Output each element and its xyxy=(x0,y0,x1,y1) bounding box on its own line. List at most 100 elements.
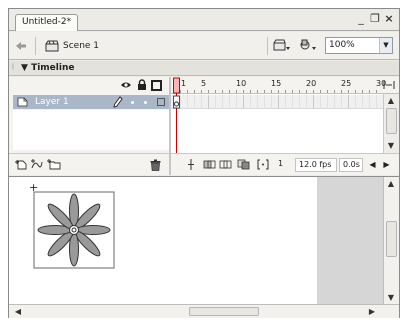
onion-skin-icon[interactable] xyxy=(203,159,216,170)
onion-skin-outlines-icon[interactable] xyxy=(219,159,232,170)
ruler-tick xyxy=(313,90,314,93)
visibility-dot[interactable] xyxy=(131,101,134,104)
scroll-up-icon[interactable]: ▲ xyxy=(384,94,398,107)
zoom-value: 100% xyxy=(329,40,355,50)
flash-document-window: Untitled-2* _ ❐ × Scene 1 100% ▼ ⁞ ⁞ ▼ T… xyxy=(8,8,400,318)
frame-cell-divider xyxy=(313,95,314,109)
frame-cell-divider xyxy=(194,95,195,109)
document-tab-label: Untitled-2* xyxy=(22,17,72,27)
ruler-tick xyxy=(348,90,349,93)
edit-bar: Scene 1 100% ▼ xyxy=(9,32,399,60)
frame-number: 10 xyxy=(236,79,247,88)
ruler-tick xyxy=(201,90,202,93)
outline-icon[interactable] xyxy=(151,80,162,91)
vertical-scroll-thumb[interactable] xyxy=(386,221,397,257)
frame-cell-divider xyxy=(278,95,279,109)
frame-cell-divider xyxy=(180,95,181,109)
scroll-left-icon[interactable]: ◀ xyxy=(11,305,25,318)
frame-cell-divider xyxy=(285,95,286,109)
edit-multiple-frames-icon[interactable] xyxy=(237,159,250,170)
modify-onion-markers-icon[interactable] xyxy=(257,159,269,170)
minimize-icon[interactable]: _ xyxy=(355,13,367,25)
scroll-down-icon[interactable]: ▼ xyxy=(384,291,398,304)
zoom-select[interactable]: 100% ▼ xyxy=(325,37,393,54)
layer-column-header xyxy=(9,77,169,94)
frame-cell-divider xyxy=(222,95,223,109)
edit-symbol-icon[interactable] xyxy=(299,38,317,52)
ruler-tick xyxy=(250,90,251,93)
document-tab-bar: Untitled-2* _ ❐ × xyxy=(9,9,399,31)
frame-cell-divider xyxy=(208,95,209,109)
scroll-down-icon[interactable]: ▼ xyxy=(384,139,398,152)
frame-cell-divider xyxy=(236,95,237,109)
layer-row[interactable]: Layer 1 xyxy=(13,95,169,109)
frame-rate-field[interactable]: 12.0 fps xyxy=(295,158,337,172)
timeline-vertical-scrollbar[interactable]: ▲ ▼ xyxy=(383,94,399,153)
horizontal-scroll-thumb[interactable] xyxy=(189,307,259,316)
ruler-tick xyxy=(180,90,181,93)
center-playhead-icon[interactable] xyxy=(185,159,197,170)
eye-icon[interactable] xyxy=(120,80,132,90)
scroll-left-icon[interactable]: ◀ xyxy=(367,158,378,172)
scene-label[interactable]: Scene 1 xyxy=(63,40,99,52)
back-arrow-icon[interactable] xyxy=(15,40,27,52)
frame-cell-divider xyxy=(243,95,244,109)
add-motion-guide-icon[interactable] xyxy=(31,159,43,170)
frame-number: 1 xyxy=(181,79,187,88)
timeline-panel-header[interactable]: ⁞ ⁞ ▼ Timeline xyxy=(9,61,399,76)
add-folder-icon[interactable] xyxy=(47,159,61,170)
ruler-tick xyxy=(362,90,363,93)
frame-cell-divider xyxy=(334,95,335,109)
layer-toolbar xyxy=(9,153,169,175)
scroll-right-icon[interactable]: ▶ xyxy=(381,158,392,172)
current-frame-value: 1 xyxy=(278,159,284,168)
trash-icon[interactable] xyxy=(150,159,161,171)
ruler-tick xyxy=(236,90,237,93)
lock-dot[interactable] xyxy=(144,101,147,104)
layer-name[interactable]: Layer 1 xyxy=(35,95,69,109)
ruler-tick xyxy=(243,90,244,93)
frame-cell-divider xyxy=(215,95,216,109)
frame-number: 15 xyxy=(271,79,282,88)
document-tab[interactable]: Untitled-2* xyxy=(15,14,79,31)
timeline-panel: Layer 1 1 5 10 15 20 25 30 ▲ ▼ 1 12.0 fp… xyxy=(9,77,399,175)
frame-cell-divider xyxy=(376,95,377,109)
frame-cell-divider xyxy=(369,95,370,109)
frames-area[interactable]: 1 5 10 15 20 25 30 ▲ ▼ xyxy=(171,77,399,153)
playhead[interactable] xyxy=(173,77,180,153)
ruler-tick xyxy=(187,90,188,93)
frame-cell-divider xyxy=(187,95,188,109)
add-layer-icon[interactable] xyxy=(15,159,27,170)
layer-frames-row[interactable] xyxy=(171,95,384,109)
frame-cell-divider xyxy=(299,95,300,109)
center-frame-icon[interactable] xyxy=(383,80,395,91)
ruler-tick xyxy=(376,90,377,93)
frame-cell-divider xyxy=(292,95,293,109)
restore-icon[interactable]: ❐ xyxy=(369,13,381,25)
ruler-tick xyxy=(320,90,321,93)
chevron-down-icon[interactable]: ▼ xyxy=(379,38,392,53)
stage[interactable]: + xyxy=(9,177,317,305)
timeline-title[interactable]: ▼ Timeline xyxy=(21,62,74,75)
timeline-scroll-thumb[interactable] xyxy=(386,108,397,134)
ruler-tick xyxy=(257,90,258,93)
frame-number: 5 xyxy=(201,79,207,88)
scroll-right-icon[interactable]: ▶ xyxy=(365,305,379,318)
frame-cell-divider xyxy=(264,95,265,109)
lock-icon[interactable] xyxy=(137,79,147,91)
pencil-icon xyxy=(113,96,123,108)
elapsed-time-field: 0.0s xyxy=(339,158,363,172)
stage-vertical-scrollbar[interactable]: ▲ ▼ xyxy=(383,177,399,305)
close-icon[interactable]: × xyxy=(383,13,395,25)
outline-color-box[interactable] xyxy=(157,98,165,106)
scroll-up-icon[interactable]: ▲ xyxy=(384,177,398,190)
ruler-tick xyxy=(285,90,286,93)
flower-graphic[interactable] xyxy=(33,191,115,269)
layer-list-empty-area xyxy=(13,110,169,150)
ruler-tick xyxy=(278,90,279,93)
pasteboard xyxy=(317,177,383,305)
panel-grip-icon[interactable]: ⁞ ⁞ xyxy=(12,63,16,73)
edit-scene-icon[interactable] xyxy=(273,38,291,52)
stage-horizontal-scrollbar[interactable]: ◀ ▶ xyxy=(9,304,399,318)
frame-ruler[interactable]: 1 5 10 15 20 25 30 xyxy=(171,77,399,94)
